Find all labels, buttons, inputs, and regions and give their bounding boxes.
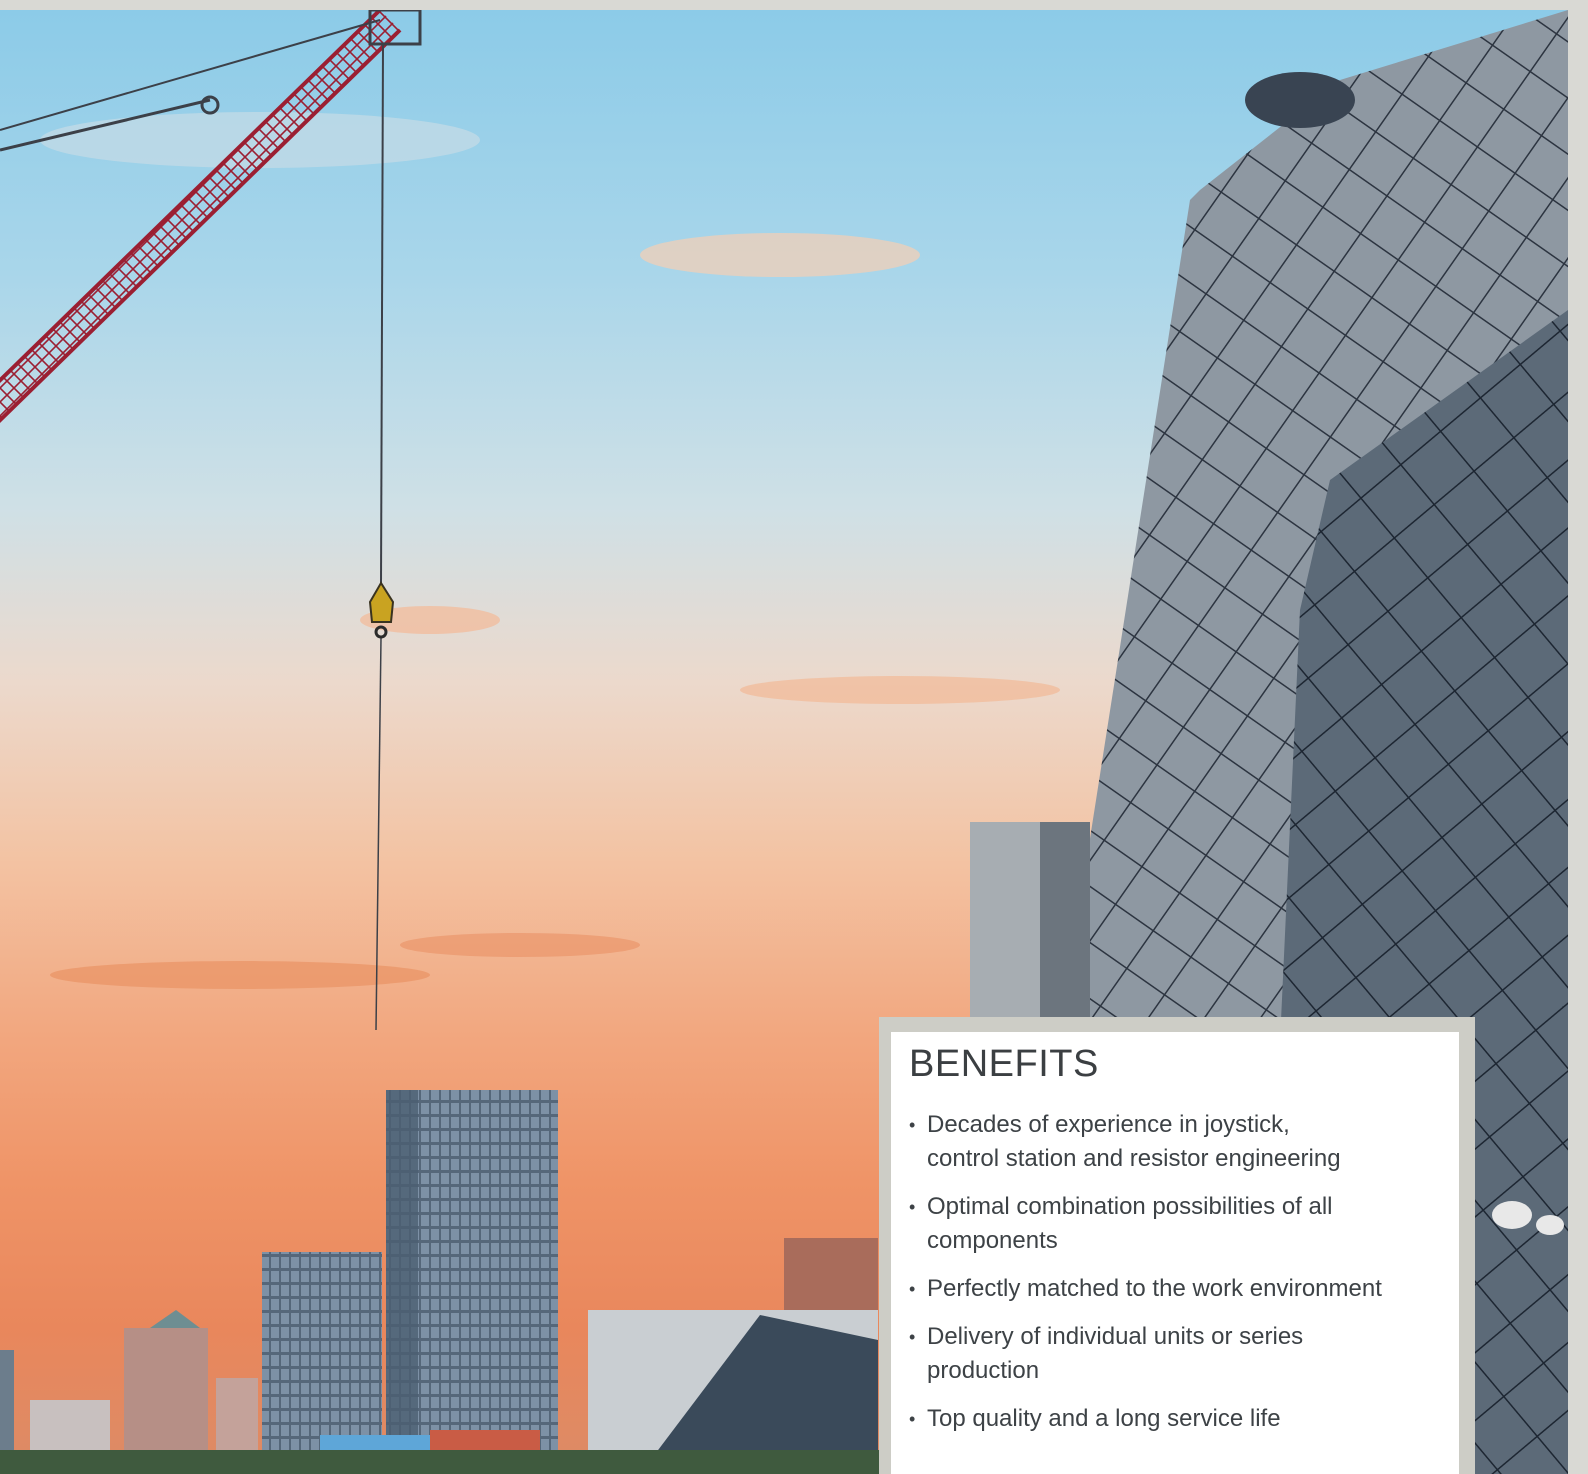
benefit-text-line: components [927, 1227, 1058, 1254]
benefit-text-line: Decades of experience in joystick, [927, 1111, 1290, 1138]
benefits-list: • Decades of experience in joystick, con… [909, 1108, 1439, 1450]
benefit-item: • Decades of experience in joystick, con… [909, 1108, 1439, 1176]
cloud [640, 233, 920, 277]
benefit-item: • Perfectly matched to the work environm… [909, 1272, 1439, 1306]
benefit-text-line: production [927, 1357, 1040, 1384]
cloud [50, 961, 430, 989]
benefits-title: BENEFITS [909, 1043, 1099, 1085]
benefit-text-line: Optimal combination possibilities of all [927, 1193, 1333, 1220]
bullet-icon: • [909, 1197, 916, 1217]
benefit-item: • Delivery of individual units or series… [909, 1320, 1439, 1388]
bullet-icon: • [909, 1327, 916, 1347]
bullet-icon: • [909, 1115, 916, 1135]
benefit-text-line: Perfectly matched to the work environmen… [927, 1275, 1382, 1302]
benefit-item: • Top quality and a long service life [909, 1402, 1439, 1436]
benefit-item: • Optimal combination possibilities of a… [909, 1190, 1439, 1258]
cloud [400, 933, 640, 957]
bullet-icon: • [909, 1279, 916, 1299]
benefit-text-line: control station and resistor engineering [927, 1145, 1341, 1172]
benefit-text-line: Top quality and a long service life [927, 1405, 1281, 1432]
benefit-text-line: Delivery of individual units or series [927, 1323, 1304, 1350]
cloud [740, 676, 1060, 704]
bullet-icon: • [909, 1409, 916, 1429]
